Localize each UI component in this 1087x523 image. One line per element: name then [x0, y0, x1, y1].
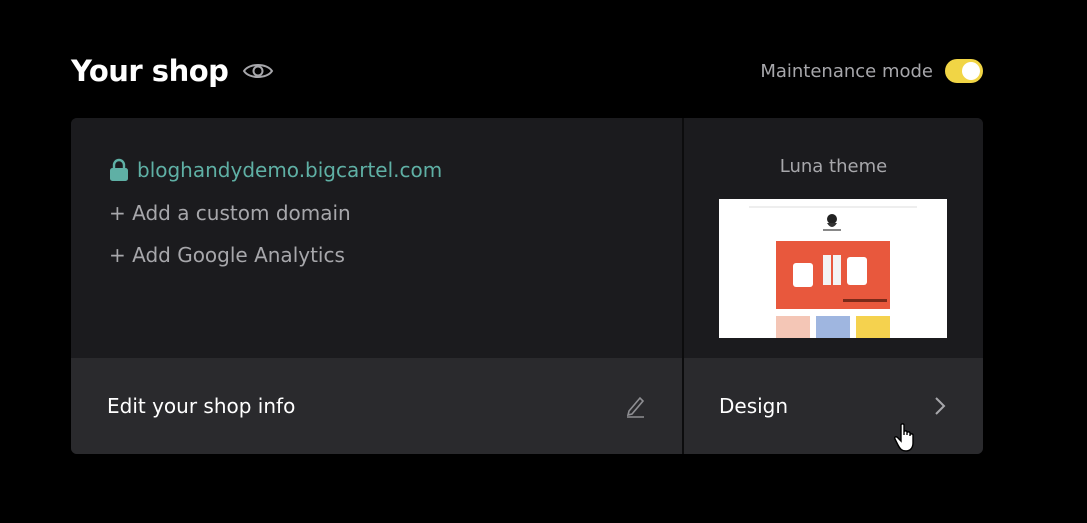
title-group: Your shop	[71, 54, 274, 88]
maintenance-mode-toggle[interactable]	[945, 59, 983, 83]
edit-shop-info-label: Edit your shop info	[107, 394, 296, 418]
edit-shop-info-button[interactable]: Edit your shop info	[71, 358, 682, 454]
design-button[interactable]: Design	[684, 358, 983, 454]
page-title: Your shop	[71, 54, 229, 88]
eye-icon[interactable]	[242, 60, 274, 82]
lock-icon	[110, 158, 128, 181]
theme-panel: Luna theme	[684, 118, 983, 358]
add-custom-domain-link[interactable]: + Add a custom domain	[109, 201, 351, 225]
shop-info-panel: bloghandydemo.bigcartel.com + Add a cust…	[71, 118, 682, 358]
design-label: Design	[719, 394, 789, 418]
hand-pointer-icon	[894, 423, 914, 452]
theme-preview-thumbnail[interactable]	[719, 199, 947, 338]
shop-header: Your shop Maintenance mode	[71, 50, 983, 92]
theme-preview-image	[719, 199, 947, 338]
maintenance-mode-label: Maintenance mode	[760, 60, 933, 82]
chevron-right-icon	[935, 397, 946, 415]
shop-card: bloghandydemo.bigcartel.com + Add a cust…	[71, 118, 983, 454]
toggle-knob	[962, 62, 980, 80]
add-google-analytics-link[interactable]: + Add Google Analytics	[109, 243, 345, 267]
shop-domain-link[interactable]: bloghandydemo.bigcartel.com	[137, 158, 442, 182]
pencil-icon	[626, 396, 645, 418]
maintenance-mode: Maintenance mode	[760, 59, 983, 83]
shop-domain-row[interactable]: bloghandydemo.bigcartel.com	[109, 158, 442, 182]
theme-name: Luna theme	[779, 156, 888, 177]
